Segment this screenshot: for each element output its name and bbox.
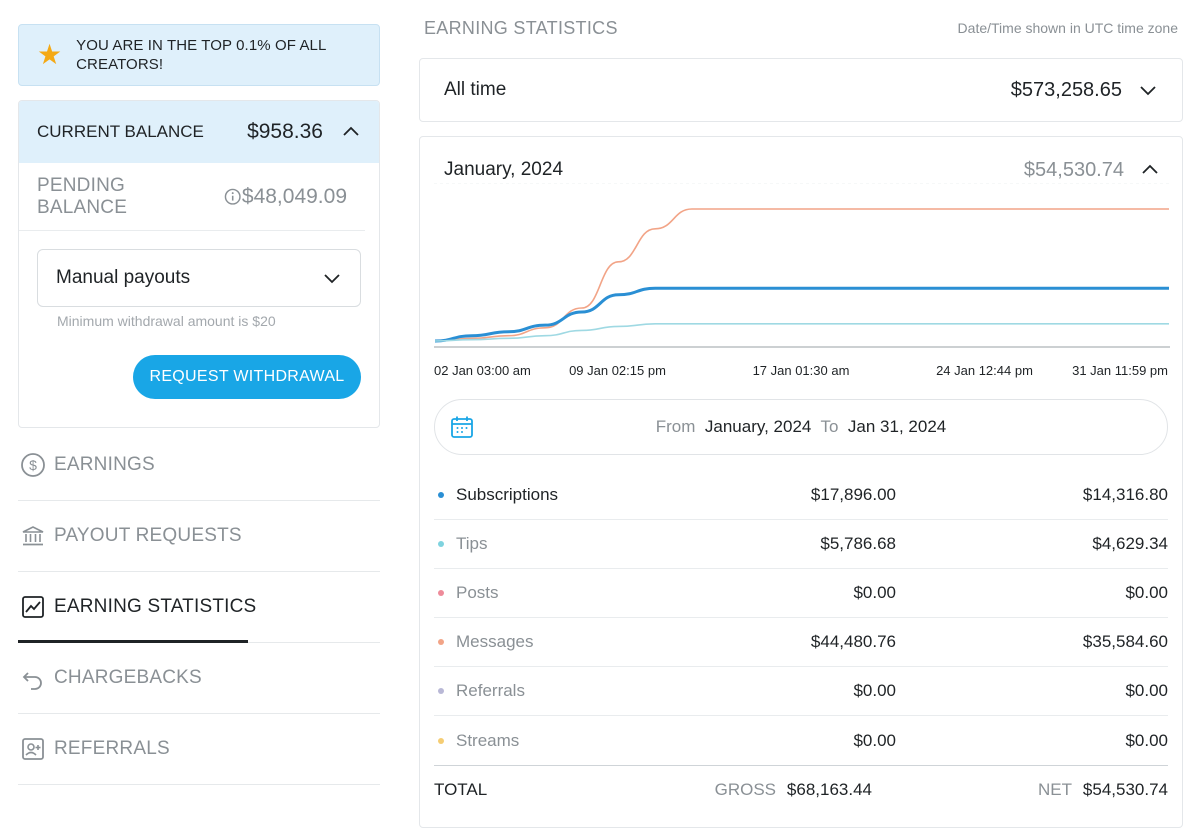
row-net: $0.00 — [1125, 681, 1168, 700]
messages-dot — [438, 639, 444, 645]
chevron-up-icon[interactable] — [1140, 160, 1160, 180]
star-icon: ★ — [37, 39, 63, 70]
user-card-icon — [20, 736, 46, 762]
nav-label: REFERRALS — [54, 738, 170, 759]
row-name: Streams — [456, 730, 520, 750]
nav-item-payout-requests[interactable]: PAYOUT REQUESTS — [18, 501, 380, 572]
gross-label: GROSS — [714, 779, 776, 799]
earnings-chart: 02 Jan 03:00 am 09 Jan 02:15 pm 17 Jan 01:… — [434, 183, 1170, 383]
all-time-value: $573,258.65 — [1010, 78, 1122, 101]
total-row: TOTAL GROSS $68,163.44 NET $54,530.74 — [434, 765, 1168, 813]
sidebar-nav: $ EARNINGS PAYOUT REQUESTS EARNING STATI… — [18, 430, 380, 785]
x-tick-label: 17 Jan 01:30 am — [753, 363, 850, 378]
row-name: Tips — [456, 534, 488, 553]
undo-icon — [20, 665, 46, 691]
request-withdrawal-button[interactable]: REQUEST WITHDRAWAL — [133, 355, 361, 399]
referrals-dot — [438, 688, 444, 694]
pending-balance-value: $48,049.09 — [241, 184, 347, 208]
nav-item-earning-statistics[interactable]: EARNING STATISTICS — [18, 572, 380, 643]
timezone-note: Date/Time shown in UTC time zone — [957, 20, 1178, 36]
calendar-icon[interactable] — [449, 414, 475, 440]
tips-dot — [438, 541, 444, 547]
earnings-chart-svg: 02 Jan 03:00 am 09 Jan 02:15 pm 17 Jan 01:… — [434, 183, 1170, 378]
nav-label: CHARGEBACKS — [54, 667, 202, 688]
svg-text:$: $ — [29, 457, 37, 473]
dollar-circle-icon: $ — [20, 452, 46, 478]
table-row: Messages $44,480.76 $35,584.60 — [434, 618, 1168, 667]
from-value: January, 2024 — [704, 417, 812, 436]
banner-text: YOU ARE IN THE TOP 0.1% OF ALL CREATORS! — [76, 37, 326, 73]
payout-mode-select[interactable]: Manual payouts — [37, 249, 361, 307]
subscriptions-dot — [438, 492, 444, 498]
month-label: January, 2024 — [444, 159, 564, 180]
month-value: $54,530.74 — [1023, 158, 1124, 181]
row-net: $0.00 — [1125, 583, 1168, 602]
to-value: Jan 31, 2024 — [847, 417, 947, 436]
from-label: From — [655, 417, 696, 436]
table-row: Subscriptions $17,896.00 $14,316.80 — [434, 471, 1168, 520]
chevron-down-icon — [1138, 80, 1158, 100]
row-gross: $44,480.76 — [810, 632, 896, 651]
all-time-selector[interactable]: All time $573,258.65 — [419, 58, 1183, 122]
chart-icon — [20, 594, 46, 620]
gross-total: $68,163.44 — [786, 779, 872, 799]
nav-item-chargebacks[interactable]: CHARGEBACKS — [18, 643, 380, 714]
date-range-text: From January, 2024 To Jan 31, 2024 — [435, 417, 1167, 437]
x-tick-label: 02 Jan 03:00 am — [434, 363, 531, 378]
bank-icon — [20, 523, 46, 549]
row-net: $0.00 — [1125, 730, 1168, 750]
nav-item-earnings[interactable]: $ EARNINGS — [18, 430, 380, 501]
month-header[interactable]: January, 2024 $54,530.74 — [444, 155, 1160, 185]
table-row: Posts $0.00 $0.00 — [434, 569, 1168, 618]
table-row: Streams $0.00 $0.00 — [434, 716, 1168, 765]
top-creator-banner: ★ YOU ARE IN THE TOP 0.1% OF ALL CREATOR… — [18, 24, 380, 86]
table-row: Tips $5,786.68 $4,629.34 — [434, 520, 1168, 569]
current-balance-value: $958.36 — [247, 120, 323, 143]
posts-dot — [438, 590, 444, 596]
row-gross: $0.00 — [853, 730, 896, 750]
info-icon[interactable] — [224, 188, 242, 206]
row-name: Subscriptions — [456, 485, 559, 504]
all-time-label: All time — [444, 79, 507, 100]
row-gross: $0.00 — [853, 583, 896, 602]
row-name: Referrals — [456, 681, 525, 700]
x-tick-label: 24 Jan 12:44 pm — [936, 363, 1033, 378]
row-gross: $0.00 — [853, 681, 896, 700]
row-net: $35,584.60 — [1082, 632, 1168, 651]
balance-card: CURRENT BALANCE $958.36 PENDING BALANCE … — [18, 100, 380, 428]
row-gross: $17,896.00 — [810, 485, 896, 504]
current-balance-label: CURRENT BALANCE — [37, 122, 204, 141]
min-withdrawal-note: Minimum withdrawal amount is $20 — [57, 313, 276, 329]
table-row: Referrals $0.00 $0.00 — [434, 667, 1168, 716]
row-name: Messages — [456, 632, 534, 651]
nav-label: EARNING STATISTICS — [54, 596, 257, 617]
chevron-down-icon — [322, 268, 342, 288]
nav-item-referrals[interactable]: REFERRALS — [18, 714, 380, 785]
payout-mode-value: Manual payouts — [56, 267, 191, 288]
net-label: NET — [1038, 779, 1072, 799]
row-net: $14,316.80 — [1082, 485, 1168, 504]
row-net: $4,629.34 — [1092, 534, 1168, 553]
current-balance-header[interactable]: CURRENT BALANCE $958.36 — [19, 101, 379, 163]
x-tick-label: 09 Jan 02:15 pm — [569, 363, 666, 378]
nav-label: EARNINGS — [54, 454, 155, 475]
net-total: $54,530.74 — [1082, 779, 1168, 799]
chevron-up-icon[interactable] — [341, 122, 361, 142]
month-statistics-card: January, 2024 $54,530.74 02 Jan 03:00 am… — [419, 136, 1183, 828]
nav-label: PAYOUT REQUESTS — [54, 525, 242, 546]
series-line-messages — [434, 208, 1169, 342]
series-line-subscriptions — [434, 286, 1169, 343]
streams-dot — [438, 737, 444, 744]
earnings-table: Subscriptions $17,896.00 $14,316.80 Tips… — [434, 471, 1168, 813]
date-range-picker[interactable]: From January, 2024 To Jan 31, 2024 — [434, 399, 1168, 455]
row-name: Posts — [456, 583, 499, 602]
pending-balance-label: PENDING BALANCE — [37, 174, 128, 218]
total-label: TOTAL — [434, 779, 488, 799]
pending-balance-row: PENDING BALANCE $48,049.09 — [19, 163, 365, 231]
x-tick-label: 31 Jan 11:59 pm — [1072, 363, 1168, 378]
to-label: To — [820, 417, 839, 436]
row-gross: $5,786.68 — [820, 534, 896, 553]
page-title: EARNING STATISTICS — [424, 18, 618, 38]
